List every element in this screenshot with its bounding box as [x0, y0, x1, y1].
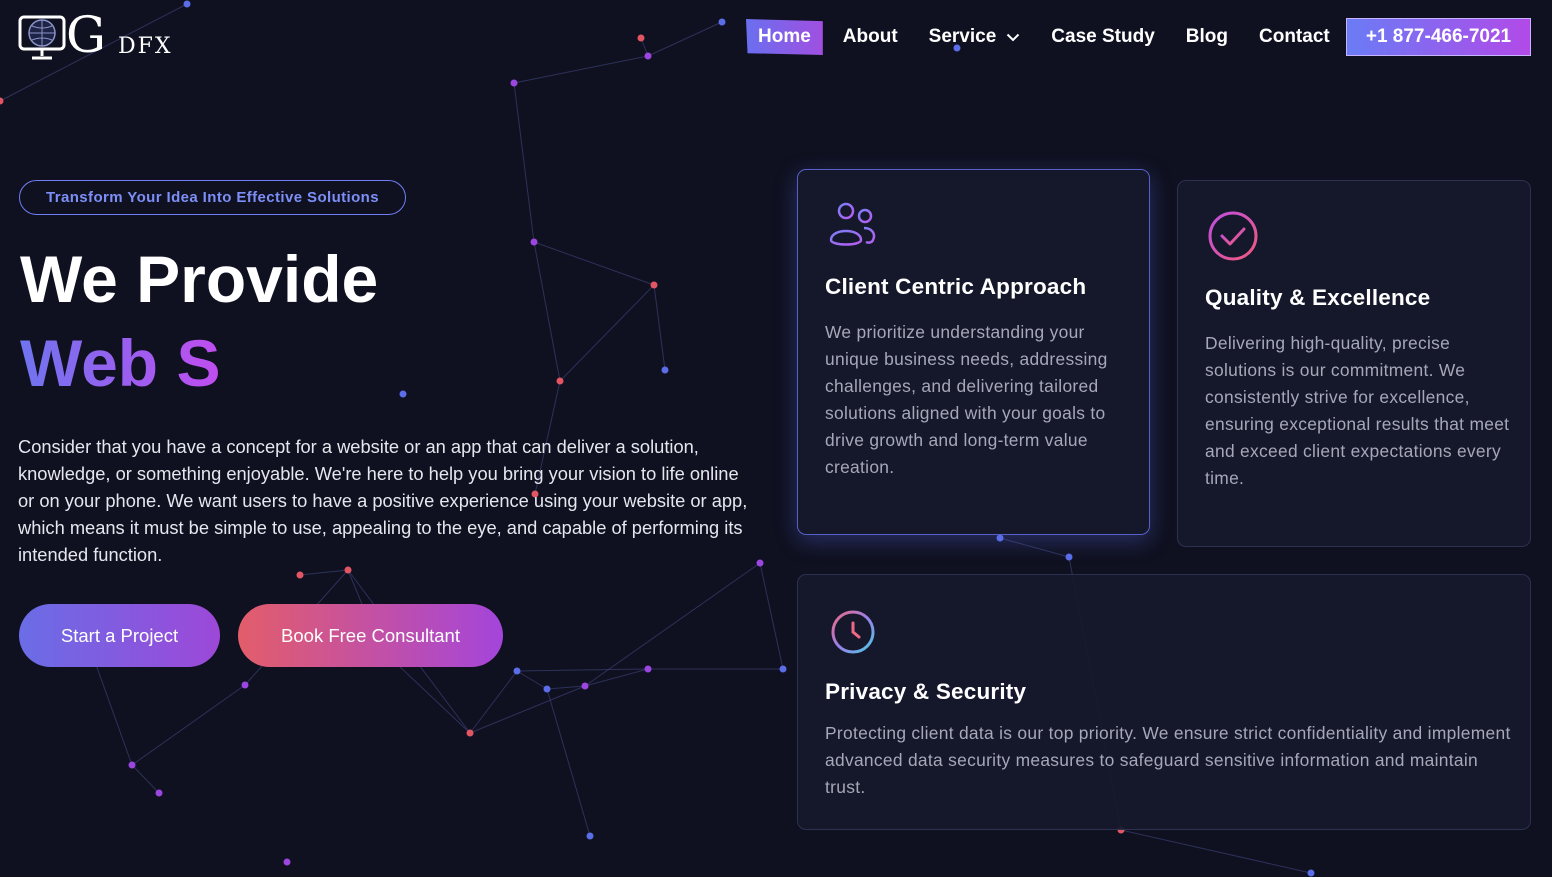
nav-home[interactable]: Home: [746, 19, 823, 55]
network-link: [131, 684, 246, 766]
network-link: [513, 82, 535, 243]
network-link: [1120, 829, 1312, 874]
network-link: [131, 764, 160, 794]
network-node: [241, 681, 249, 689]
network-node: [1065, 553, 1073, 561]
network-node: [779, 665, 787, 673]
check-circle-icon: [1208, 211, 1258, 261]
network-node: [1307, 869, 1315, 877]
network-link: [533, 241, 655, 286]
network-node: [155, 789, 163, 797]
network-node: [661, 366, 669, 374]
feature-card-quality: Quality & Excellence Delivering high-qua…: [1177, 180, 1531, 547]
feature-title: Privacy & Security: [825, 679, 1027, 704]
network-link: [533, 241, 561, 382]
feature-description: Protecting client data is our top priori…: [825, 723, 1511, 797]
brand-logo[interactable]: G DFX: [18, 6, 190, 64]
users-icon: [829, 202, 876, 246]
network-link: [653, 284, 666, 371]
book-consultant-button[interactable]: Book Free Consultant: [238, 604, 503, 667]
network-link: [516, 670, 548, 690]
network-node: [283, 858, 291, 866]
network-link: [584, 562, 761, 687]
network-node: [644, 52, 652, 60]
network-node: [513, 667, 521, 675]
network-node: [581, 682, 589, 690]
network-link: [647, 21, 723, 57]
feature-card-privacy: Privacy & Security Protecting client dat…: [797, 574, 1531, 830]
network-node: [128, 761, 136, 769]
globe-monitor-icon: [18, 15, 66, 60]
nav-service-label: Service: [928, 26, 997, 47]
feature-title: Quality & Excellence: [1205, 285, 1431, 310]
nav-service[interactable]: Service: [929, 26, 1021, 48]
chevron-down-icon: [1007, 33, 1020, 41]
network-node: [0, 97, 4, 105]
nav-blog[interactable]: Blog: [1186, 26, 1228, 48]
network-link: [559, 284, 655, 382]
network-node: [543, 685, 551, 693]
network-node: [530, 238, 538, 246]
feature-card-client-centric: Client Centric Approach We prioritize un…: [797, 169, 1150, 535]
feature-description: We prioritize understanding your unique …: [825, 322, 1108, 477]
hero-tagline: Transform Your Idea Into Effective Solut…: [19, 180, 406, 215]
network-node: [996, 534, 1004, 542]
hero-description: Consider that you have a concept for a w…: [18, 436, 748, 565]
network-link: [759, 562, 784, 670]
network-node: [399, 390, 407, 398]
clock-icon: [831, 607, 875, 654]
network-node: [650, 281, 658, 289]
network-link: [584, 668, 649, 687]
logo-letter: G: [66, 6, 106, 64]
network-node: [296, 571, 304, 579]
start-project-button[interactable]: Start a Project: [19, 604, 220, 667]
nav-about[interactable]: About: [843, 26, 898, 48]
network-node: [183, 0, 191, 8]
nav-contact[interactable]: Contact: [1259, 26, 1330, 48]
network-node: [556, 377, 564, 385]
network-link: [299, 569, 349, 576]
network-link: [513, 55, 649, 84]
network-node: [466, 729, 474, 737]
hero-heading-typed: Web S: [20, 326, 221, 400]
network-node: [586, 832, 594, 840]
network-node: [644, 665, 652, 673]
phone-button[interactable]: +1 877-466-7021: [1346, 18, 1531, 56]
network-node: [718, 18, 726, 26]
feature-description: Delivering high-quality, precise solutio…: [1205, 333, 1510, 488]
main-nav: Home About Service Case Study Blog Conta…: [746, 17, 1361, 57]
network-link: [516, 668, 649, 672]
hero-heading: We Provide: [20, 242, 379, 316]
logo-wordmark: DFX: [118, 34, 173, 59]
network-node: [510, 79, 518, 87]
network-link: [999, 537, 1070, 558]
nav-case-study[interactable]: Case Study: [1051, 26, 1154, 48]
feature-title: Client Centric Approach: [825, 274, 1087, 299]
network-link: [546, 688, 591, 837]
network-node: [637, 34, 645, 42]
